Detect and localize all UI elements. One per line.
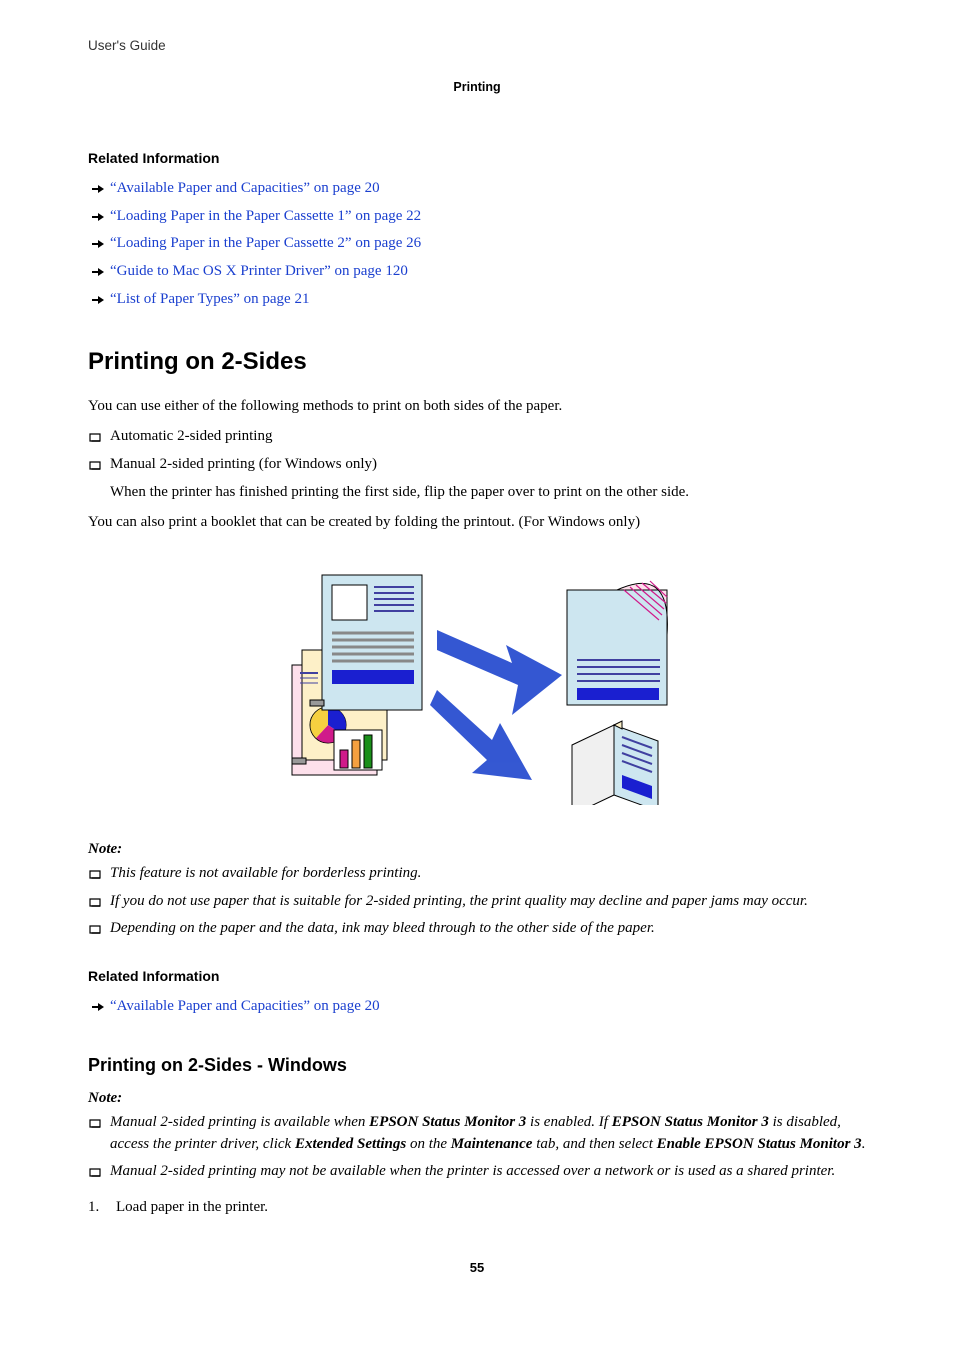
- related-link-text: “Available Paper and Capacities” on page…: [110, 178, 380, 200]
- square-bullet-icon: [88, 1165, 102, 1177]
- related-link-text: “List of Paper Types” on page 21: [110, 289, 309, 311]
- after-paragraph: You can also print a booklet that can be…: [88, 512, 866, 534]
- square-bullet-icon: [88, 458, 102, 470]
- note-heading: Note:: [88, 839, 866, 861]
- note-item-text: Depending on the paper and the data, ink…: [110, 918, 866, 940]
- related-link-text: “Guide to Mac OS X Printer Driver” on pa…: [110, 261, 408, 283]
- note-item: Manual 2-sided printing may not be avail…: [88, 1161, 866, 1183]
- list-item: Automatic 2-sided printing: [88, 426, 866, 448]
- chapter-label: Printing: [88, 78, 866, 96]
- step-row: 1. Load paper in the printer.: [88, 1197, 866, 1219]
- square-bullet-icon: [88, 922, 102, 934]
- section-heading-2sides: Printing on 2-Sides: [88, 345, 866, 380]
- square-bullet-icon: [88, 867, 102, 879]
- sub-paragraph: When the printer has finished printing t…: [110, 482, 866, 504]
- note-item: Depending on the paper and the data, ink…: [88, 918, 866, 940]
- note2-part: Manual 2-sided printing is available whe…: [110, 1114, 369, 1130]
- related-link-row[interactable]: “Available Paper and Capacities” on page…: [88, 178, 866, 200]
- related-link-text: “Loading Paper in the Paper Cassette 1” …: [110, 206, 421, 228]
- note2-part-bold: Enable EPSON Status Monitor 3: [657, 1136, 862, 1152]
- arrow-right-icon: [92, 266, 104, 278]
- guide-title: User's Guide: [88, 36, 866, 56]
- note2-part-bold: EPSON Status Monitor 3: [612, 1114, 769, 1130]
- arrow-right-icon: [92, 183, 104, 195]
- note-item-text: This feature is not available for border…: [110, 863, 866, 885]
- note-item: Manual 2-sided printing is available whe…: [88, 1112, 866, 1156]
- arrow-right-icon: [92, 1001, 104, 1013]
- arrow-right-icon: [92, 238, 104, 250]
- square-bullet-icon: [88, 895, 102, 907]
- note-item: If you do not use paper that is suitable…: [88, 891, 866, 913]
- arrow-right-icon: [92, 294, 104, 306]
- related-info-heading-2: Related Information: [88, 966, 866, 986]
- note2-part: on the: [406, 1136, 451, 1152]
- note-item-text: If you do not use paper that is suitable…: [110, 891, 866, 913]
- list-item-text: Automatic 2-sided printing: [110, 426, 866, 448]
- duplex-illustration: [88, 555, 866, 813]
- related-link-row[interactable]: “Available Paper and Capacities” on page…: [88, 996, 866, 1018]
- step-text: Load paper in the printer.: [116, 1197, 268, 1219]
- note2-part-bold: Extended Settings: [295, 1136, 406, 1152]
- note-item-text: Manual 2-sided printing is available whe…: [110, 1112, 866, 1156]
- note-item-text: Manual 2-sided printing may not be avail…: [110, 1161, 866, 1183]
- related-link-text: “Loading Paper in the Paper Cassette 2” …: [110, 233, 421, 255]
- related-link-row[interactable]: “Guide to Mac OS X Printer Driver” on pa…: [88, 261, 866, 283]
- list-item: Manual 2-sided printing (for Windows onl…: [88, 454, 866, 476]
- page-number: 55: [88, 1259, 866, 1278]
- related-link-row[interactable]: “Loading Paper in the Paper Cassette 2” …: [88, 233, 866, 255]
- square-bullet-icon: [88, 430, 102, 442]
- square-bullet-icon: [88, 1116, 102, 1128]
- list-item-text: Manual 2-sided printing (for Windows onl…: [110, 454, 866, 476]
- note-item: This feature is not available for border…: [88, 863, 866, 885]
- section-heading-windows: Printing on 2-Sides - Windows: [88, 1052, 866, 1078]
- related-link-row[interactable]: “List of Paper Types” on page 21: [88, 289, 866, 311]
- note2-part: tab, and then select: [532, 1136, 656, 1152]
- related-info-heading-1: Related Information: [88, 148, 866, 168]
- related-link-row[interactable]: “Loading Paper in the Paper Cassette 1” …: [88, 206, 866, 228]
- step-number: 1.: [88, 1197, 104, 1219]
- note-heading-2: Note:: [88, 1088, 866, 1110]
- note2-part-bold: Maintenance: [451, 1136, 533, 1152]
- arrow-right-icon: [92, 211, 104, 223]
- intro-paragraph: You can use either of the following meth…: [88, 396, 866, 418]
- note2-part-bold: EPSON Status Monitor 3: [369, 1114, 526, 1130]
- note2-part: .: [862, 1136, 866, 1152]
- note2-part: is enabled. If: [526, 1114, 611, 1130]
- related-link-text: “Available Paper and Capacities” on page…: [110, 996, 380, 1018]
